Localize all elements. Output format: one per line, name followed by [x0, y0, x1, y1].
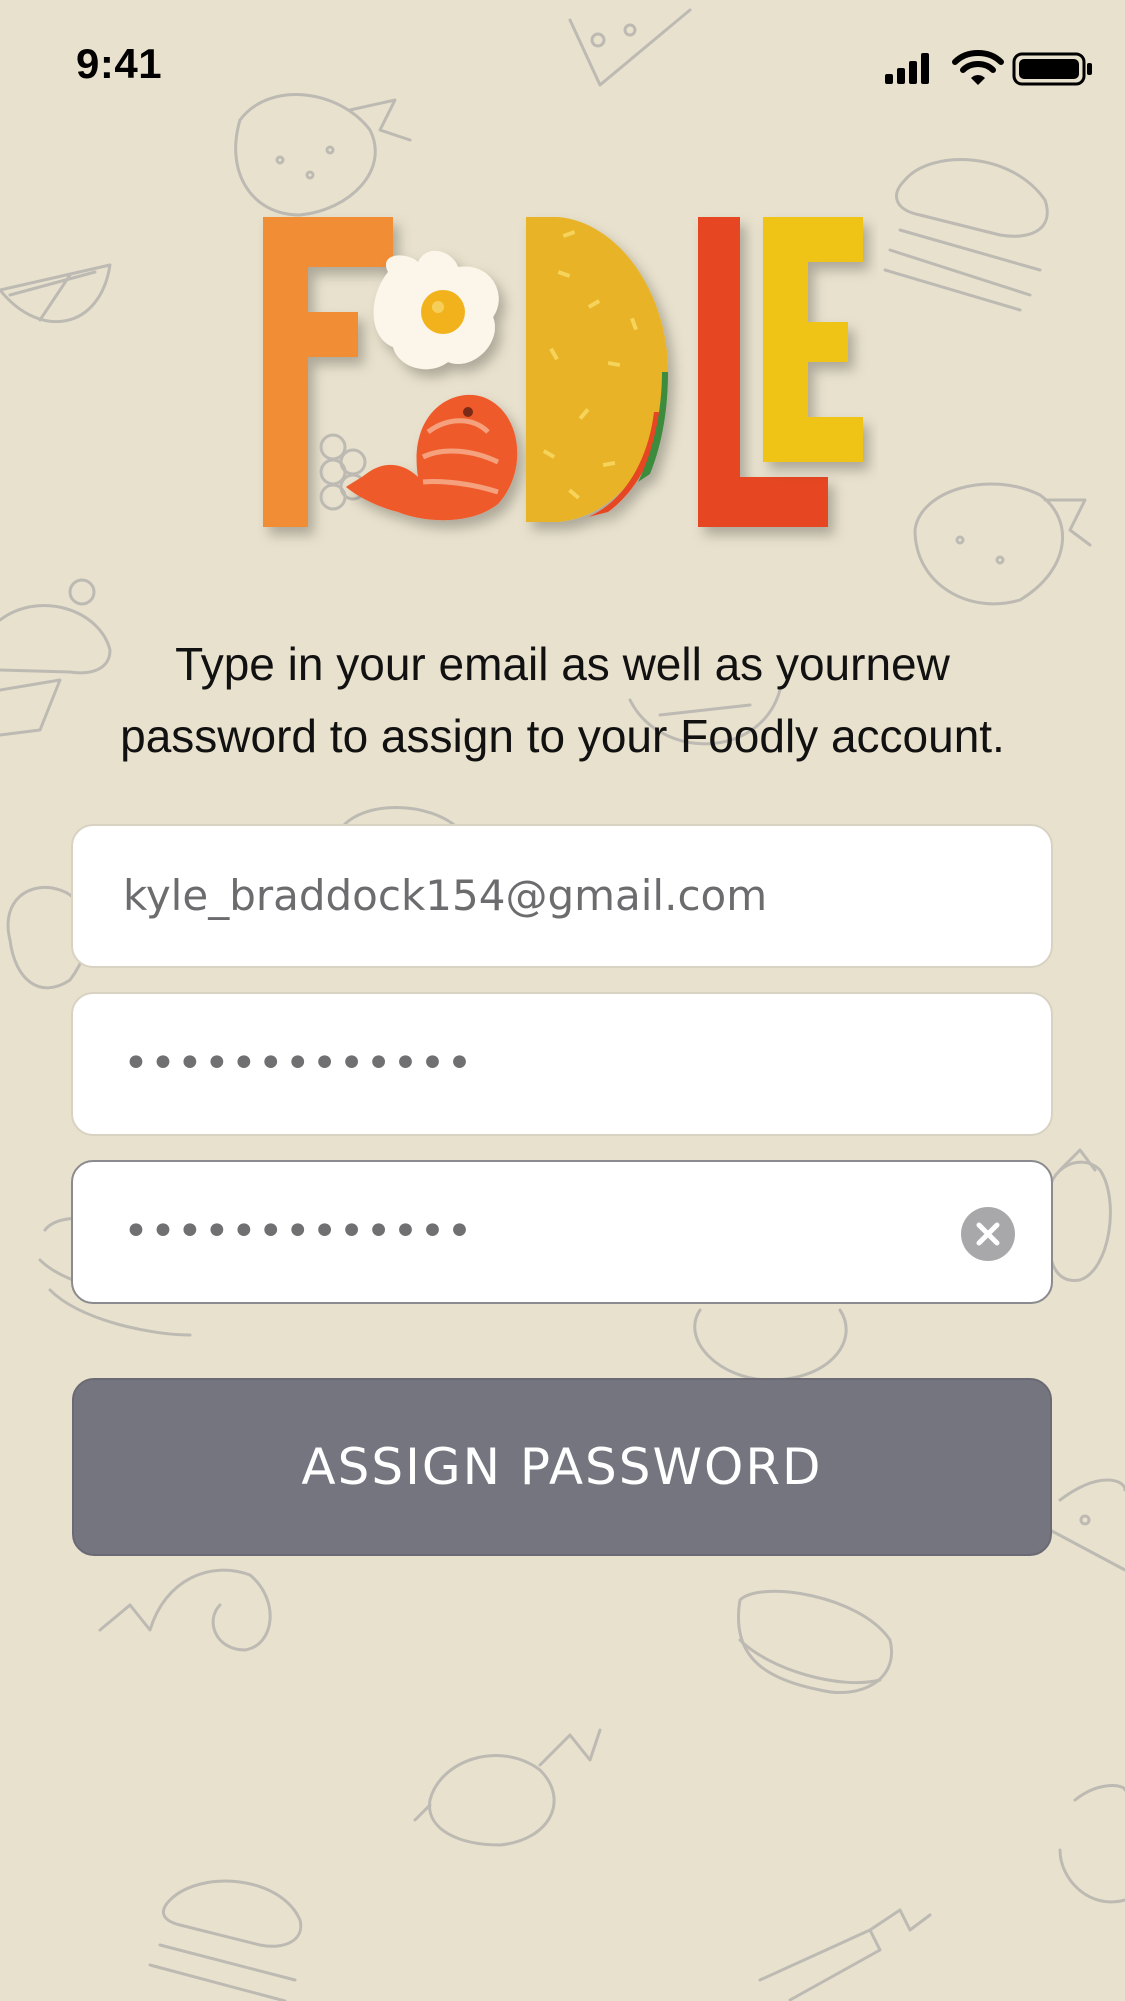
radish-doodle-icon: [413, 1728, 602, 1847]
grapes-doodle-icon: [319, 433, 367, 511]
email-field[interactable]: kyle_braddock154@gmail.com: [71, 824, 1053, 968]
foodle-logo: [263, 217, 863, 527]
burger-doodle-icon: [148, 1879, 303, 2001]
status-time: 9:41: [76, 40, 163, 87]
instructions-line-2: password to assign to your Foodly accoun…: [120, 710, 1005, 762]
status-icons: [885, 50, 1092, 86]
battery-icon: [1012, 52, 1092, 86]
egg-icon: [373, 250, 499, 370]
wifi-icon: [952, 50, 1004, 85]
carrot-doodle-icon: [758, 1908, 932, 2001]
assign-password-button[interactable]: ASSIGN PASSWORD: [72, 1378, 1052, 1556]
close-circle-icon: [976, 1222, 1000, 1246]
taco-icon: [526, 217, 668, 522]
shrimp-doodle-icon: [98, 1568, 272, 1652]
pear-doodle-icon: [693, 1308, 848, 1382]
signal-icon: [885, 53, 929, 84]
burger-doodle-icon: [883, 158, 1049, 312]
new-password-field[interactable]: •••••••••••••: [71, 992, 1053, 1136]
shrimp-icon: [346, 394, 518, 521]
status-bar: 9:41: [0, 0, 1125, 130]
confirm-password-field-value: •••••••••••••: [123, 1206, 474, 1257]
instructions-line-1: Type in your email as well as yournew: [175, 638, 950, 690]
strawberry-doodle-icon: [913, 482, 1092, 606]
instructions-text: Type in your email as well as yournew pa…: [40, 628, 1085, 772]
lemon-doodle-icon: [0, 263, 112, 324]
pancakes-doodle-icon: [737, 1589, 893, 1695]
confirm-password-field[interactable]: •••••••••••••: [71, 1160, 1053, 1304]
new-password-field-value: •••••••••••••: [123, 1038, 474, 1089]
email-field-value: kyle_braddock154@gmail.com: [123, 871, 768, 920]
taco-doodle-icon: [1048, 1478, 1125, 1572]
logo-letter-e: [763, 217, 863, 462]
apple-doodle-icon: [1058, 1784, 1125, 1904]
tomato-doodle-icon: [1046, 1148, 1112, 1282]
clear-field-button[interactable]: [961, 1207, 1015, 1261]
